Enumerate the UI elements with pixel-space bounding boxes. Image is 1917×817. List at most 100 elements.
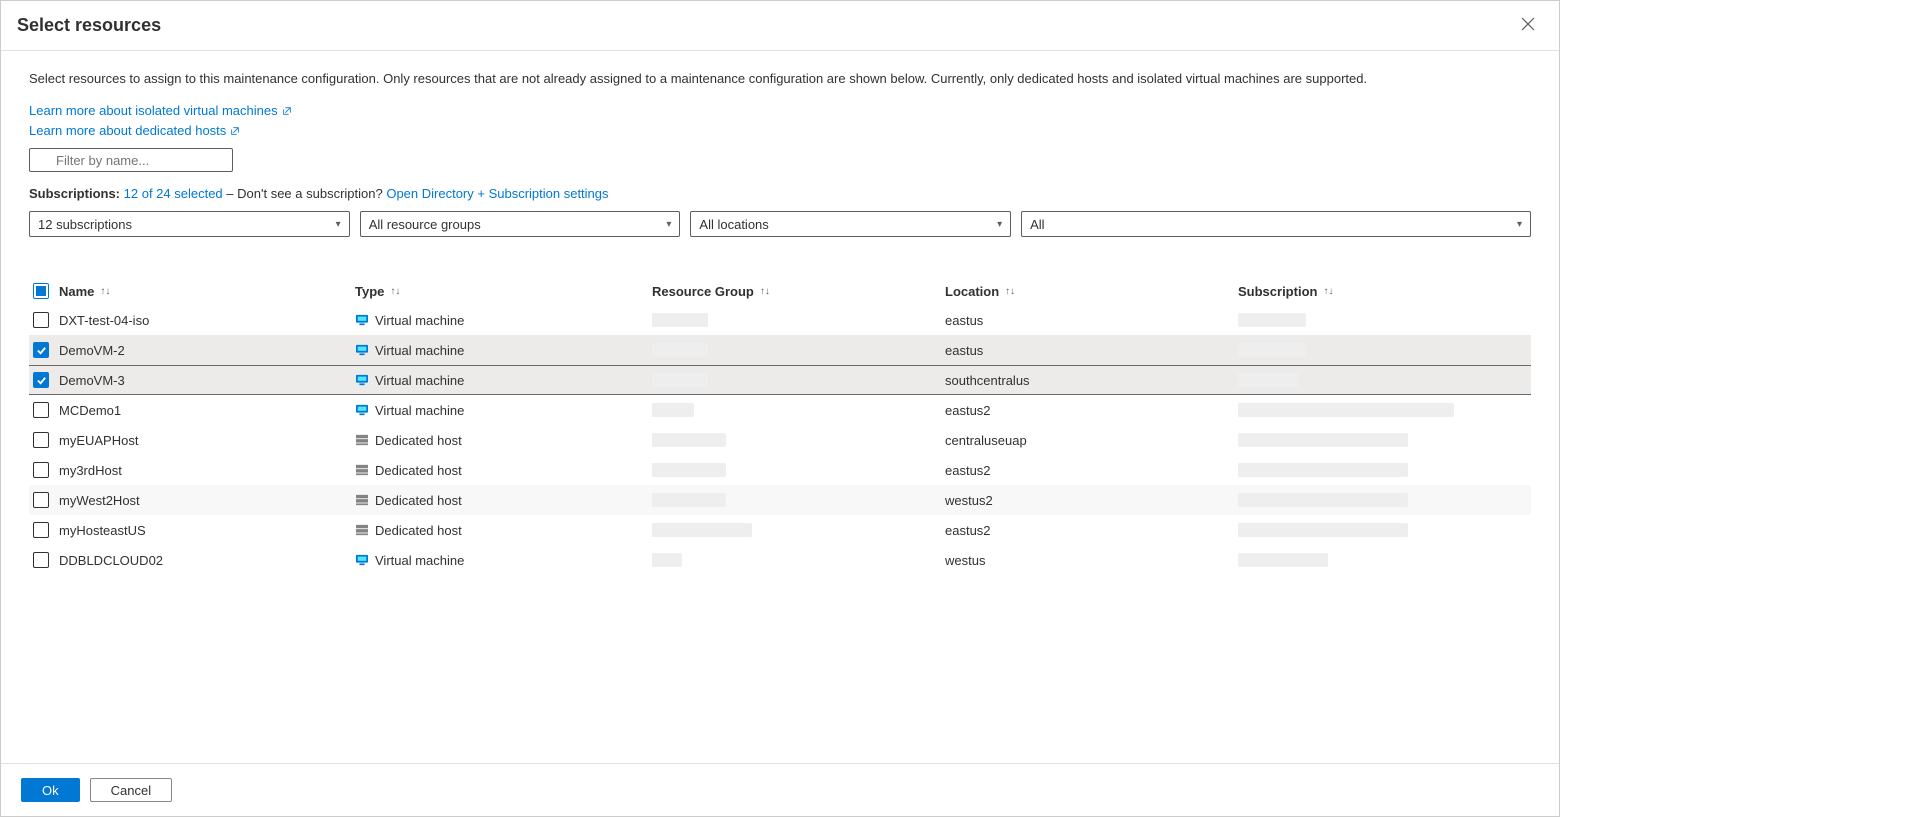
row-checkbox[interactable] xyxy=(33,312,49,328)
panel-header: Select resources xyxy=(1,1,1559,51)
location: westus2 xyxy=(945,493,993,508)
filters-row: 12 subscriptions ▾ All resource groups ▾… xyxy=(29,211,1531,237)
resource-name: DDBLDCLOUD02 xyxy=(59,553,163,568)
table-row[interactable]: DXT-test-04-isoVirtual machineeastus xyxy=(29,305,1531,335)
dropdown-label: All resource groups xyxy=(369,217,481,232)
row-checkbox[interactable] xyxy=(33,462,49,478)
link-label: Learn more about dedicated hosts xyxy=(29,122,226,140)
resource-type: Dedicated host xyxy=(375,523,462,538)
table-row[interactable]: myEUAPHostDedicated hostcentraluseuap xyxy=(29,425,1531,455)
table-row[interactable]: DemoVM-2 Virtual machine eastus xyxy=(29,335,1531,365)
location: eastus2 xyxy=(945,403,991,418)
chevron-down-icon: ▾ xyxy=(997,219,1002,230)
virtual-machine-icon xyxy=(355,344,369,356)
link-dedicated-hosts[interactable]: Learn more about dedicated hosts xyxy=(29,122,240,140)
dedicated-host-icon xyxy=(355,524,369,536)
external-link-icon xyxy=(230,126,240,136)
resource-groups-dropdown[interactable]: All resource groups ▾ xyxy=(360,211,681,237)
location: westus xyxy=(945,553,985,568)
subscriptions-line: Subscriptions: 12 of 24 selected – Don't… xyxy=(29,186,1531,201)
subscription-redacted xyxy=(1238,523,1408,537)
close-icon xyxy=(1521,17,1535,31)
resource-group-redacted xyxy=(652,343,708,357)
dropdown-label: All locations xyxy=(699,217,768,232)
resource-name: DemoVM-2 xyxy=(59,343,125,358)
column-header-type[interactable]: Type↑↓ xyxy=(355,284,652,299)
subscriptions-dropdown[interactable]: 12 subscriptions ▾ xyxy=(29,211,350,237)
chevron-down-icon: ▾ xyxy=(666,219,671,230)
row-checkbox[interactable] xyxy=(33,372,49,388)
select-all-checkbox[interactable] xyxy=(33,283,49,299)
column-header-location[interactable]: Location↑↓ xyxy=(945,284,1238,299)
external-link-icon xyxy=(282,106,292,116)
location: eastus2 xyxy=(945,523,991,538)
location: eastus xyxy=(945,343,983,358)
table-row[interactable]: myWest2HostDedicated hostwestus2 xyxy=(29,485,1531,515)
row-checkbox[interactable] xyxy=(33,522,49,538)
resource-type: Virtual machine xyxy=(375,373,464,388)
resource-type: Virtual machine xyxy=(375,553,464,568)
dedicated-host-icon xyxy=(355,434,369,446)
subscription-redacted xyxy=(1238,493,1408,507)
sort-icon: ↑↓ xyxy=(760,286,770,297)
resource-type: Virtual machine xyxy=(375,343,464,358)
resources-table: Name↑↓ Type↑↓ Resource Group↑↓ Location↑… xyxy=(29,277,1531,575)
table-row[interactable]: MCDemo1Virtual machineeastus2 xyxy=(29,395,1531,425)
all-dropdown[interactable]: All ▾ xyxy=(1021,211,1531,237)
close-button[interactable] xyxy=(1513,11,1543,40)
column-header-name[interactable]: Name↑↓ xyxy=(59,284,355,299)
virtual-machine-icon xyxy=(355,554,369,566)
location: centraluseuap xyxy=(945,433,1027,448)
link-isolated-vms[interactable]: Learn more about isolated virtual machin… xyxy=(29,102,292,120)
resource-group-redacted xyxy=(652,463,726,477)
virtual-machine-icon xyxy=(355,404,369,416)
subscriptions-selected-link[interactable]: 12 of 24 selected xyxy=(124,186,223,201)
table-header-row: Name↑↓ Type↑↓ Resource Group↑↓ Location↑… xyxy=(29,277,1531,305)
virtual-machine-icon xyxy=(355,374,369,386)
location: southcentralus xyxy=(945,373,1030,388)
table-row[interactable]: DDBLDCLOUD02 Virtual machine westus xyxy=(29,545,1531,575)
row-checkbox[interactable] xyxy=(33,552,49,568)
dedicated-host-icon xyxy=(355,494,369,506)
open-directory-settings-link[interactable]: Open Directory + Subscription settings xyxy=(386,186,608,201)
dropdown-label: All xyxy=(1030,217,1044,232)
chevron-down-icon: ▾ xyxy=(336,219,341,230)
resource-name: my3rdHost xyxy=(59,463,122,478)
resource-group-redacted xyxy=(652,433,726,447)
locations-dropdown[interactable]: All locations ▾ xyxy=(690,211,1011,237)
resource-group-redacted xyxy=(652,493,726,507)
link-label: Learn more about isolated virtual machin… xyxy=(29,102,278,120)
subscription-redacted xyxy=(1238,403,1454,417)
resource-name: DemoVM-3 xyxy=(59,373,125,388)
ok-button[interactable]: Ok xyxy=(21,778,80,802)
table-row[interactable]: myHosteastUS Dedicated host eastus2 xyxy=(29,515,1531,545)
resource-type: Virtual machine xyxy=(375,403,464,418)
resource-type: Dedicated host xyxy=(375,433,462,448)
resource-name: myHosteastUS xyxy=(59,523,146,538)
dropdown-label: 12 subscriptions xyxy=(38,217,132,232)
subscription-redacted xyxy=(1238,553,1328,567)
row-checkbox[interactable] xyxy=(33,432,49,448)
location: eastus2 xyxy=(945,463,991,478)
table-row[interactable]: my3rdHostDedicated hosteastus2 xyxy=(29,455,1531,485)
table-row[interactable]: DemoVM-3 Virtual machine southcentralus xyxy=(29,365,1531,395)
row-checkbox[interactable] xyxy=(33,402,49,418)
resource-type: Virtual machine xyxy=(375,313,464,328)
chevron-down-icon: ▾ xyxy=(1517,219,1522,230)
select-resources-panel: Select resources Select resources to ass… xyxy=(0,0,1560,817)
location: eastus xyxy=(945,313,983,328)
subscription-redacted xyxy=(1238,343,1306,357)
row-checkbox[interactable] xyxy=(33,492,49,508)
subscriptions-mid-text: – Don't see a subscription? xyxy=(226,186,382,201)
filter-input[interactable] xyxy=(29,148,233,172)
dedicated-host-icon xyxy=(355,464,369,476)
resource-group-redacted xyxy=(652,313,708,327)
column-header-subscription[interactable]: Subscription↑↓ xyxy=(1238,284,1527,299)
sort-icon: ↑↓ xyxy=(100,286,110,297)
resource-name: myWest2Host xyxy=(59,493,140,508)
row-checkbox[interactable] xyxy=(33,342,49,358)
sort-icon: ↑↓ xyxy=(1323,286,1333,297)
cancel-button[interactable]: Cancel xyxy=(90,778,172,802)
column-header-resource-group[interactable]: Resource Group↑↓ xyxy=(652,284,945,299)
panel-title: Select resources xyxy=(17,15,161,36)
